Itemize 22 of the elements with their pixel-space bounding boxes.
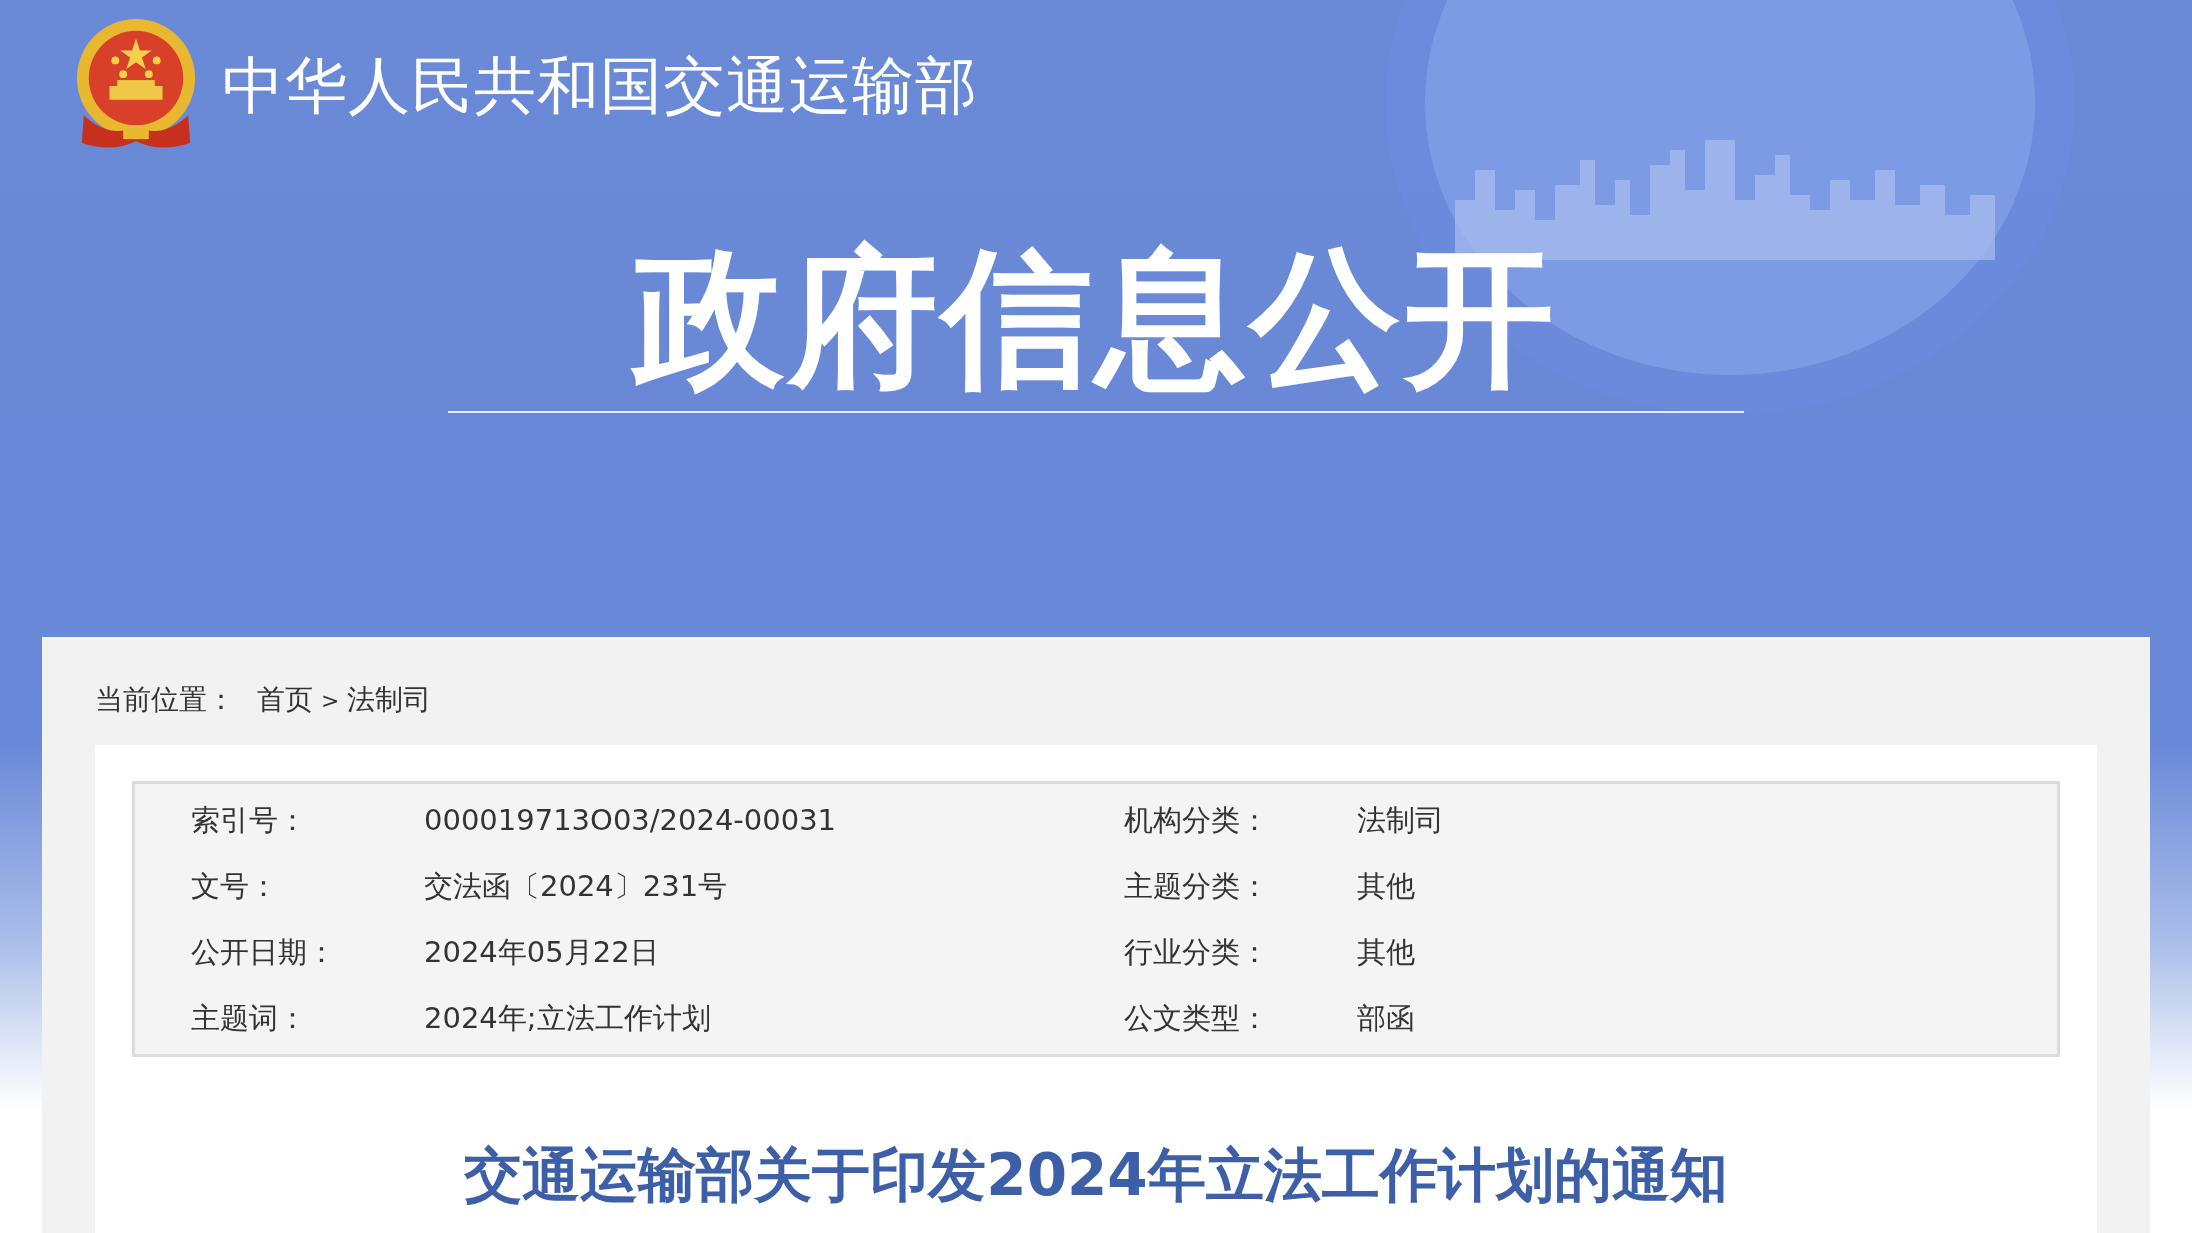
article-title: 交通运输部关于印发2024年立法工作计划的通知 — [463, 1140, 1729, 1211]
metadata-label: 主题词： — [191, 1000, 308, 1037]
metadata-value: 2024年05月22日 — [424, 934, 660, 971]
metadata-value: 其他 — [1357, 868, 1416, 905]
metadata-value: 2024年;立法工作计划 — [424, 1000, 712, 1037]
breadcrumb-separator: > — [321, 687, 340, 713]
metadata-label: 主题分类： — [1124, 868, 1270, 905]
metadata-value: 法制司 — [1357, 802, 1445, 839]
breadcrumb-label: 当前位置： — [95, 682, 235, 718]
breadcrumb-link[interactable]: 首页 — [257, 681, 313, 719]
metadata-value: 交法函〔2024〕231号 — [424, 868, 729, 905]
metadata-label: 公文类型： — [1124, 1000, 1270, 1037]
metadata-label: 文号： — [191, 868, 279, 905]
metadata-label: 公开日期： — [191, 934, 337, 971]
metadata-value: 其他 — [1357, 934, 1416, 971]
site-name: 中华人民共和国交通运输部 — [222, 48, 978, 124]
metadata-label: 机构分类： — [1124, 802, 1270, 839]
metadata-label: 索引号： — [191, 802, 308, 839]
metadata-label: 行业分类： — [1124, 934, 1270, 971]
metadata-value: 000019713O03/2024-00031 — [424, 802, 838, 839]
breadcrumb-link[interactable]: 法制司 — [347, 681, 432, 719]
metadata-value: 部函 — [1357, 1000, 1416, 1037]
